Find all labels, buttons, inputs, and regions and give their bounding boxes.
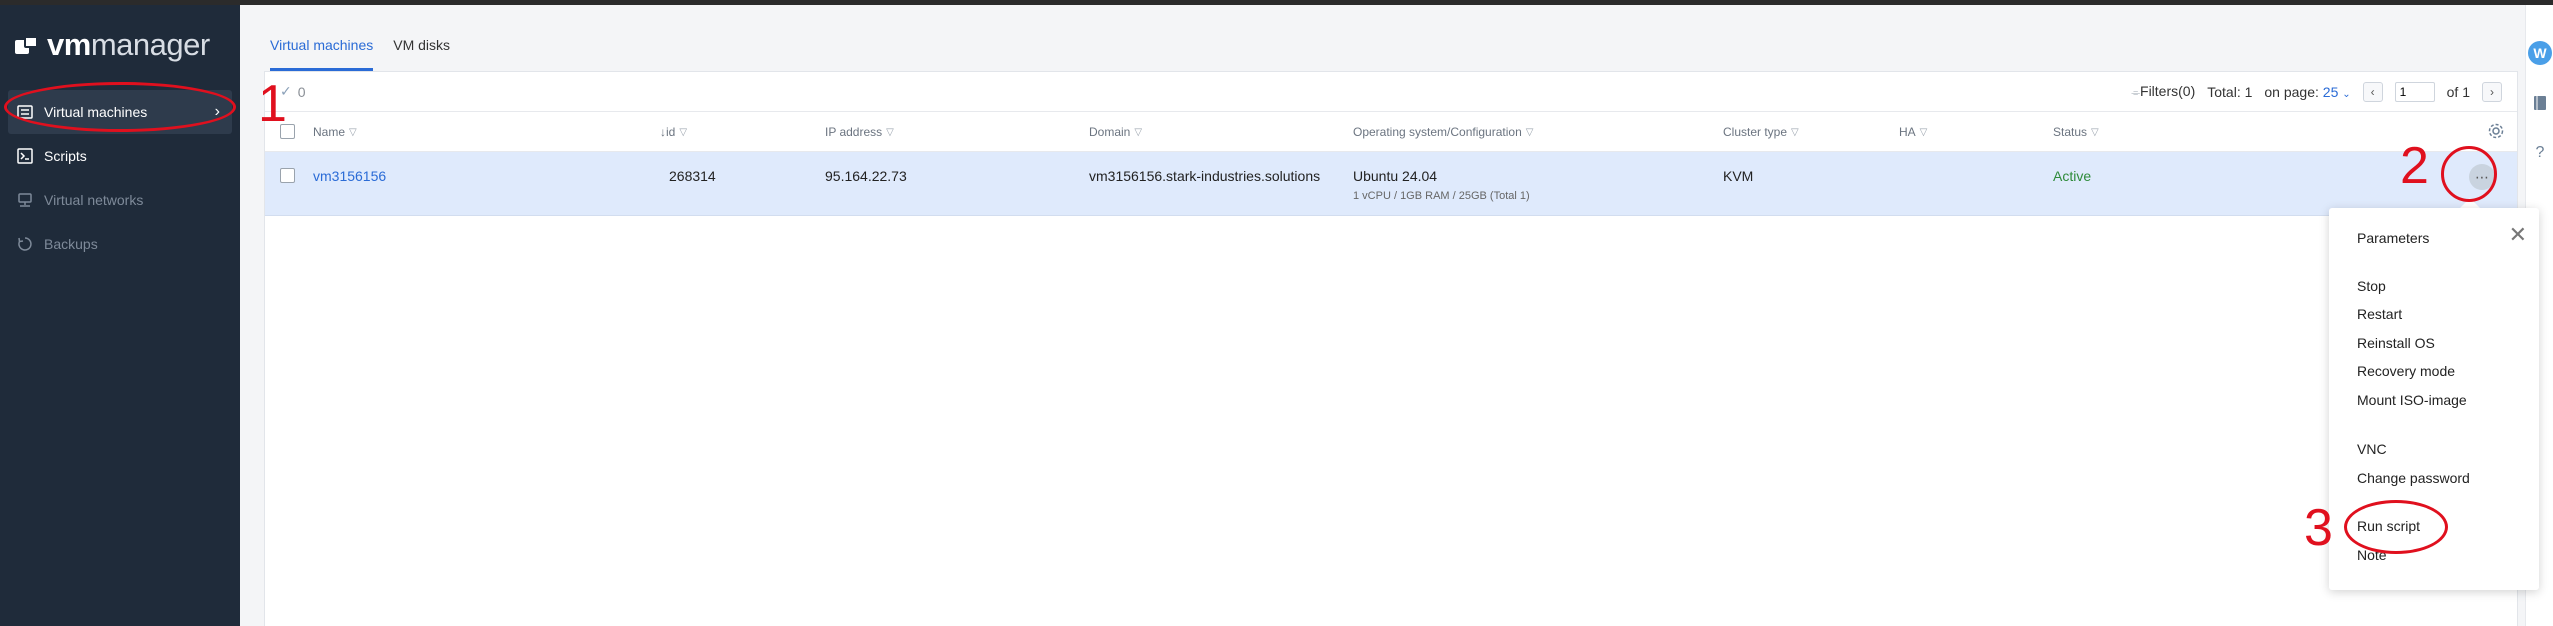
column-header-id[interactable]: ↓id ▽ <box>660 125 687 139</box>
selected-count: 0 <box>297 83 306 100</box>
vm-ip: 95.164.22.73 <box>825 168 907 184</box>
filter-icon: ▽ <box>886 126 894 138</box>
menu-item-vnc[interactable]: VNC <box>2357 441 2387 457</box>
table-toolbar: ✓ 0 ⌯Filters(0) Total: 1 on page: 25 ⌄ ‹… <box>265 72 2517 112</box>
filter-icon: ▽ <box>1525 126 1534 138</box>
sidebar-item-label: Virtual networks <box>44 192 144 208</box>
annotation-number-3: 3 <box>2304 499 2333 557</box>
filter-icon: ▽ <box>2091 126 2099 138</box>
main-content: Virtual machines VM disks ✓ 0 ⌯Filters(0… <box>240 5 2525 626</box>
annotation-circle-1 <box>4 82 236 132</box>
vm-cluster-type: KVM <box>1723 168 1754 184</box>
logo-icon <box>15 34 43 56</box>
tab-bar: Virtual machines VM disks <box>270 25 470 71</box>
sidebar-item-virtual-networks[interactable]: Virtual networks <box>0 178 240 222</box>
vm-domain: vm3156156.stark-industries.solutions <box>1089 168 1321 184</box>
filter-icon: ▽ <box>1919 126 1928 138</box>
column-header-ip[interactable]: IP address ▽ <box>825 125 894 139</box>
total-count: Total: 1 <box>2207 83 2253 100</box>
close-icon[interactable]: ✕ <box>2509 224 2527 246</box>
book-icon[interactable] <box>2532 95 2548 111</box>
menu-item-recovery-mode[interactable]: Recovery mode <box>2357 363 2455 379</box>
filter-icon: ⌯ <box>2131 87 2141 99</box>
filters-button[interactable]: ⌯Filters(0) <box>2131 83 2195 100</box>
next-page-button[interactable]: › <box>2482 81 2502 102</box>
annotation-circle-2 <box>2441 146 2497 202</box>
table-row[interactable]: vm3156156 268314 95.164.22.73 vm3156156.… <box>265 152 2517 216</box>
column-header-name[interactable]: Name ▽ <box>313 125 357 139</box>
network-icon <box>16 191 34 209</box>
sidebar-item-scripts[interactable]: Scripts <box>0 134 240 178</box>
on-page-selector[interactable]: on page: 25 ⌄ <box>2264 84 2350 100</box>
avatar[interactable]: W <box>2528 41 2552 65</box>
annotation-circle-3 <box>2344 500 2448 554</box>
column-header-status[interactable]: Status ▽ <box>2053 125 2099 139</box>
gear-icon[interactable] <box>2487 122 2505 143</box>
menu-item-restart[interactable]: Restart <box>2357 306 2402 322</box>
pagination: ⌯Filters(0) Total: 1 on page: 25 ⌄ ‹ of … <box>2131 81 2502 102</box>
column-header-os[interactable]: Operating system/Configuration ▽ <box>1353 125 1533 139</box>
menu-item-mount-iso[interactable]: Mount ISO-image <box>2357 392 2467 408</box>
chevron-down-icon: ⌄ <box>2342 88 2351 100</box>
vm-config: 1 vCPU / 1GB RAM / 25GB (Total 1) <box>1353 190 1530 202</box>
logo-text: vmmanager <box>47 27 210 62</box>
sidebar-item-label: Backups <box>44 236 98 252</box>
filter-icon: ▽ <box>679 126 688 138</box>
filter-icon: ▽ <box>1134 126 1143 138</box>
vm-status: Active <box>2053 168 2092 184</box>
page-of: of 1 <box>2446 83 2470 100</box>
sidebar-item-label: Scripts <box>44 148 87 164</box>
column-header-cluster-type[interactable]: Cluster type ▽ <box>1723 125 1799 139</box>
menu-item-stop[interactable]: Stop <box>2357 278 2386 294</box>
annotation-number-1: 1 <box>258 75 287 133</box>
sidebar-item-backups[interactable]: Backups <box>0 222 240 266</box>
help-icon[interactable]: ? <box>2532 144 2548 161</box>
row-checkbox[interactable] <box>280 168 295 183</box>
column-header-ha[interactable]: HA ▽ <box>1899 125 1927 139</box>
logo[interactable]: vmmanager <box>15 27 210 63</box>
menu-item-change-password[interactable]: Change password <box>2357 470 2470 486</box>
vm-table-panel: ✓ 0 ⌯Filters(0) Total: 1 on page: 25 ⌄ ‹… <box>264 71 2518 626</box>
prev-page-button[interactable]: ‹ <box>2362 81 2383 102</box>
column-header-domain[interactable]: Domain ▽ <box>1089 125 1142 139</box>
tab-virtual-machines[interactable]: Virtual machines <box>270 25 374 71</box>
vm-id: 268314 <box>669 168 716 184</box>
vm-os: Ubuntu 24.04 <box>1353 168 1438 184</box>
table-header: Name ▽ ↓id ▽ IP address ▽ Domain ▽ Operating… <box>265 112 2517 152</box>
terminal-icon <box>16 147 34 165</box>
annotation-number-2: 2 <box>2400 137 2429 195</box>
page-input[interactable] <box>2394 81 2435 102</box>
menu-title: Parameters <box>2357 230 2430 246</box>
backup-icon <box>16 235 34 253</box>
vm-name-link[interactable]: vm3156156 <box>313 168 386 184</box>
menu-item-reinstall-os[interactable]: Reinstall OS <box>2357 335 2435 351</box>
filter-icon: ▽ <box>349 126 357 138</box>
tab-vm-disks[interactable]: VM disks <box>393 25 450 71</box>
filter-icon: ▽ <box>1791 126 1799 138</box>
